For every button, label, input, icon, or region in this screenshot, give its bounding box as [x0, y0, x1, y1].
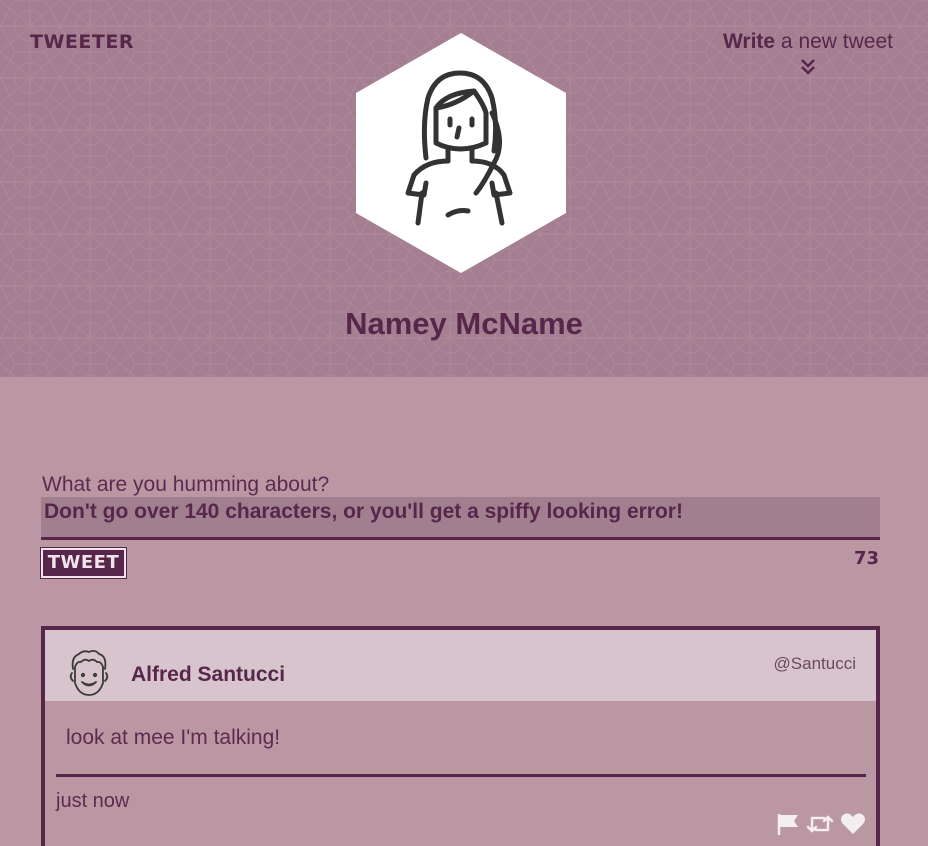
tweet-author-handle[interactable]: @Santucci	[774, 654, 856, 674]
profile-avatar	[356, 33, 566, 273]
app-logo[interactable]: TWEETER	[30, 31, 134, 53]
tweet-author-name[interactable]: Alfred Santucci	[131, 663, 285, 687]
author-avatar	[69, 649, 109, 696]
write-new-tweet-link[interactable]: Write a new tweet	[723, 30, 893, 76]
write-link-text: Write a new tweet	[722, 30, 893, 53]
tweet-header: Alfred Santucci @Santucci	[45, 630, 876, 701]
character-counter: 73	[853, 548, 879, 569]
tweet-divider	[56, 774, 866, 777]
tweet-submit-button[interactable]: TWEET	[40, 547, 127, 579]
profile-name: Namey McName	[345, 306, 583, 341]
tweet-text: look at mee I'm talking!	[66, 726, 281, 749]
compose-label: What are you humming about?	[42, 473, 330, 496]
tweet-card: Alfred Santucci @Santucci look at mee I'…	[41, 626, 880, 846]
tweet-actions	[776, 812, 866, 841]
heart-icon[interactable]	[840, 812, 866, 841]
double-chevron-down-icon	[801, 59, 815, 75]
profile-header: TWEETER Write a new tweet Namey McName	[0, 0, 928, 377]
retweet-icon[interactable]	[806, 813, 834, 840]
flag-icon[interactable]	[776, 812, 800, 841]
tweet-textarea[interactable]: Don't go over 140 characters, or you'll …	[41, 497, 880, 540]
tweet-timestamp: just now	[56, 790, 130, 812]
